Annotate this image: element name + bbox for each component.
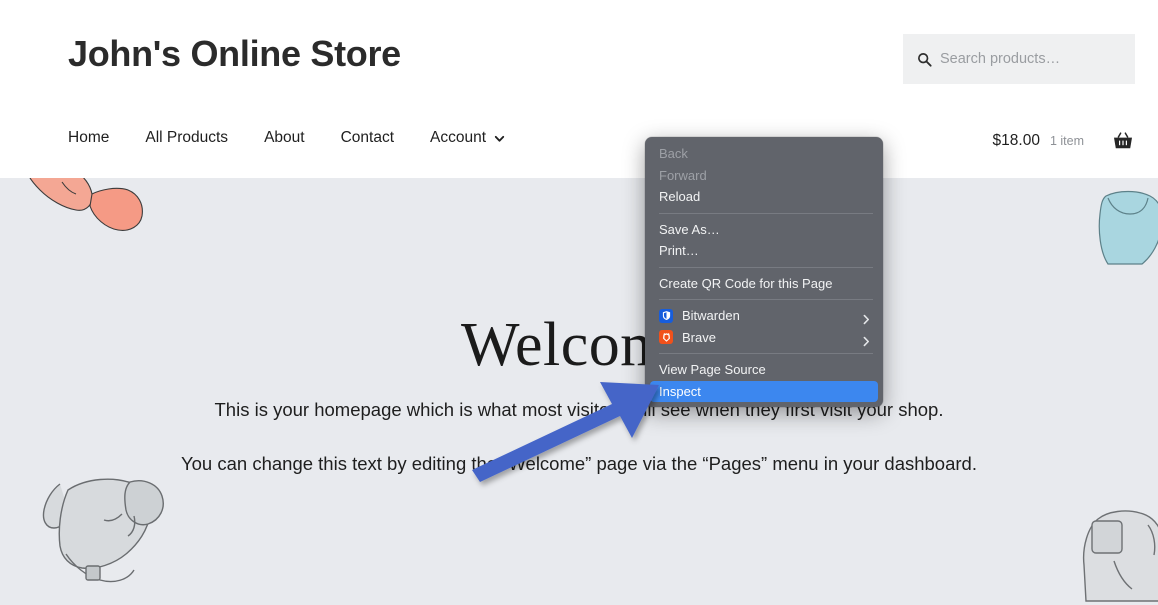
context-menu-item-back: Back (645, 143, 883, 165)
context-menu-item-print[interactable]: Print… (645, 240, 883, 262)
search-icon (917, 52, 932, 67)
cart-summary[interactable]: $18.00 1 item (993, 130, 1134, 152)
context-menu-separator (659, 212, 873, 214)
context-menu-label: Save As… (659, 221, 720, 237)
site-title: John's Online Store (68, 33, 401, 74)
nav-item-contact[interactable]: Contact (341, 129, 394, 147)
site-header: John's Online Store Home All Products Ab… (0, 0, 1158, 178)
search-box[interactable] (903, 34, 1135, 84)
context-menu-label: Reload (659, 189, 701, 204)
context-menu-item-reload[interactable]: Reload (645, 186, 883, 208)
context-menu-label: Brave (682, 329, 716, 345)
context-menu-item-inspect[interactable]: Inspect (650, 380, 878, 402)
cart-total: $18.00 (992, 132, 1040, 149)
chevron-down-icon[interactable] (493, 132, 506, 145)
context-menu-item-brave[interactable]: Brave (645, 327, 883, 349)
nav-item-about[interactable]: About (264, 129, 305, 147)
main-navigation: Home All Products About Contact Account (68, 129, 506, 147)
shopping-basket-icon[interactable] (1112, 130, 1134, 152)
hero-paragraph-1: This is your homepage which is what most… (214, 399, 944, 420)
context-menu-label: Inspect (659, 383, 701, 399)
page-title: Welcome (460, 311, 698, 379)
product-illustration-tshirt-gray (1082, 510, 1158, 602)
context-menu-separator (659, 353, 873, 354)
context-menu-label: View Page Source (659, 362, 766, 377)
context-menu-item-save-as[interactable]: Save As… (645, 219, 883, 241)
context-menu-label: Back (659, 146, 688, 161)
store-homepage: John's Online Store Home All Products Ab… (0, 0, 1158, 605)
context-menu-label: Bitwarden (682, 308, 740, 323)
hero-paragraph-2: You can change this text by editing the … (181, 453, 977, 474)
bitwarden-icon (659, 308, 673, 323)
nav-item-account[interactable]: Account (430, 129, 486, 147)
search-input[interactable] (940, 51, 1121, 67)
context-menu-label: Forward (659, 167, 707, 183)
context-menu-item-create-qr-code[interactable]: Create QR Code for this Page (645, 273, 883, 295)
context-menu-item-bitwarden[interactable]: Bitwarden (645, 305, 883, 327)
brave-icon (659, 330, 673, 345)
context-menu-label: Create QR Code for this Page (659, 275, 833, 291)
product-illustration-hoodie-gray (42, 478, 164, 583)
chevron-right-icon (862, 310, 871, 325)
context-menu-label: Print… (659, 243, 699, 258)
context-menu-item-view-page-source[interactable]: View Page Source (645, 359, 883, 381)
cart-item-count: 1 item (1049, 134, 1084, 148)
chevron-right-icon (862, 332, 871, 346)
context-menu-separator (659, 299, 873, 300)
nav-item-all-products[interactable]: All Products (145, 129, 228, 147)
browser-context-menu: Back Forward Reload Save As… Print… Crea… (645, 137, 883, 407)
product-illustration-shirt-blue (1098, 190, 1158, 265)
context-menu-separator (659, 266, 873, 268)
nav-item-home[interactable]: Home (68, 129, 109, 147)
context-menu-item-forward: Forward (645, 165, 883, 187)
